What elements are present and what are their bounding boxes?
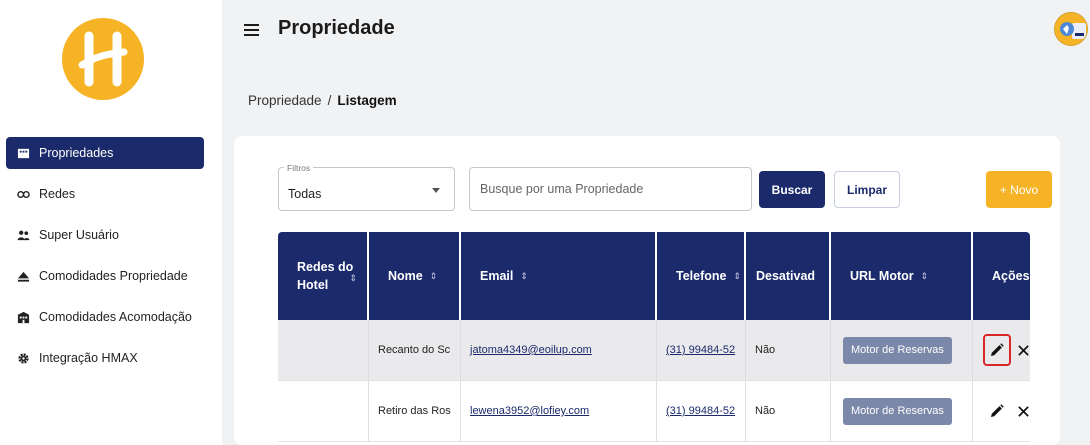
column-header-url-motor[interactable]: URL Motor ⇕ [831, 232, 973, 320]
cell-desativado: Não [746, 320, 831, 380]
cell-desativado: Não [746, 381, 831, 441]
cell-email: lewena3952@lofiey.com [461, 381, 657, 441]
breadcrumb-separator: / [327, 93, 332, 108]
cell-url-motor: Motor de Reservas [831, 320, 973, 380]
pencil-icon [991, 343, 1004, 356]
sidebar-item-label: Comodidades Propriedade [39, 269, 188, 283]
sidebar-item-label: Integração HMAX [39, 351, 138, 365]
column-header-desativado[interactable]: Desativad [746, 232, 831, 320]
close-icon [1018, 405, 1029, 417]
sort-icon[interactable]: ⇕ [349, 269, 357, 287]
email-link[interactable]: lewena3952@lofiey.com [470, 405, 589, 417]
column-header-label: Email [480, 269, 514, 283]
telefone-link[interactable]: (31) 99484-52 [666, 344, 735, 356]
cell-rede [278, 320, 369, 380]
novo-button[interactable]: + Novo [986, 171, 1052, 208]
cell-nome: Recanto do Sc [369, 320, 461, 380]
breadcrumb: Propriedade / Listagem [248, 93, 397, 108]
gear-icon [16, 351, 30, 365]
hotel-icon [16, 310, 30, 324]
topbar: Propriedade [222, 0, 1090, 60]
column-header-email[interactable]: Email ⇕ [461, 232, 657, 320]
column-header-label: Ações [992, 269, 1030, 283]
sidebar-item-super-usuario[interactable]: Super Usuário [6, 219, 204, 251]
chevron-down-icon[interactable] [432, 188, 440, 193]
content-card: Filtros Todas Buscar Limpar + Novo Redes… [234, 136, 1060, 445]
edit-button[interactable] [983, 334, 1011, 366]
column-header-redes[interactable]: Redes do Hotel ⇕ [278, 232, 369, 320]
menu-icon[interactable] [244, 24, 259, 36]
table-header: Redes do Hotel ⇕ Nome ⇕ Email ⇕ Telefone ⇕ … [278, 232, 1030, 320]
eject-icon [16, 269, 30, 283]
cell-email: jatoma4349@eoilup.com [461, 320, 657, 380]
sidebar-item-label: Comodidades Acomodação [39, 310, 192, 324]
column-header-label: URL Motor [850, 269, 914, 283]
cell-telefone: (31) 99484-52 [657, 320, 746, 380]
pencil-icon [991, 404, 1004, 417]
sort-icon[interactable]: ⇕ [430, 271, 438, 282]
sidebar-item-integracao-hmax[interactable]: Integração HMAX [6, 342, 204, 374]
column-header-label: Nome [388, 269, 423, 283]
table-row: Recanto do Sc jatoma4349@eoilup.com (31)… [278, 320, 1030, 381]
telefone-link[interactable]: (31) 99484-52 [666, 405, 735, 417]
link-icon [16, 187, 30, 201]
sidebar-item-comodidades-acomodacao[interactable]: Comodidades Acomodação [6, 301, 204, 333]
email-link[interactable]: jatoma4349@eoilup.com [470, 344, 592, 356]
properties-table: Redes do Hotel ⇕ Nome ⇕ Email ⇕ Telefone ⇕ … [278, 232, 1030, 442]
table-row: Retiro das Ros lewena3952@lofiey.com (31… [278, 381, 1030, 442]
sidebar-item-redes[interactable]: Redes [6, 178, 204, 210]
close-icon [1018, 344, 1029, 356]
sidebar-item-label: Super Usuário [39, 228, 119, 242]
sort-icon[interactable]: ⇕ [733, 271, 741, 282]
delete-button[interactable] [1017, 404, 1030, 418]
avatar[interactable] [1054, 12, 1088, 46]
cell-acoes [973, 320, 1030, 380]
sidebar: Propriedades Redes Super Usuário Comodid… [0, 0, 222, 445]
sort-icon[interactable]: ⇕ [921, 271, 929, 282]
cell-url-motor: Motor de Reservas [831, 381, 973, 441]
sidebar-item-label: Redes [39, 187, 76, 201]
breadcrumb-parent[interactable]: Propriedade [248, 93, 322, 108]
search-input[interactable] [469, 167, 752, 211]
page-title: Propriedade [278, 17, 395, 39]
cell-acoes [973, 381, 1030, 441]
filter-value: Todas [288, 187, 322, 201]
filter-label: Filtros [284, 163, 314, 173]
cell-rede [278, 381, 369, 441]
column-header-label: Telefone [676, 269, 727, 283]
column-header-telefone[interactable]: Telefone ⇕ [657, 232, 746, 320]
sort-icon[interactable]: ⇕ [520, 271, 528, 282]
column-header-label: Desativad [756, 269, 816, 283]
buscar-button[interactable]: Buscar [759, 171, 825, 208]
breadcrumb-current: Listagem [337, 93, 397, 108]
users-icon [16, 228, 30, 242]
column-header-nome[interactable]: Nome ⇕ [369, 232, 461, 320]
building-icon [16, 146, 30, 160]
sidebar-item-comodidades-propriedade[interactable]: Comodidades Propriedade [6, 260, 204, 292]
sidebar-item-label: Propriedades [39, 146, 114, 160]
limpar-button[interactable]: Limpar [834, 171, 900, 208]
column-header-acoes: Ações [973, 232, 1030, 320]
sidebar-item-propriedades[interactable]: Propriedades [6, 137, 204, 169]
edit-button[interactable] [983, 395, 1011, 427]
motor-reservas-button[interactable]: Motor de Reservas [843, 336, 952, 364]
cell-nome: Retiro das Ros [369, 381, 461, 441]
delete-button[interactable] [1017, 343, 1030, 357]
sidebar-nav: Propriedades Redes Super Usuário Comodid… [6, 137, 204, 383]
cell-telefone: (31) 99484-52 [657, 381, 746, 441]
brand-logo[interactable] [62, 18, 144, 100]
motor-reservas-button[interactable]: Motor de Reservas [843, 397, 952, 425]
